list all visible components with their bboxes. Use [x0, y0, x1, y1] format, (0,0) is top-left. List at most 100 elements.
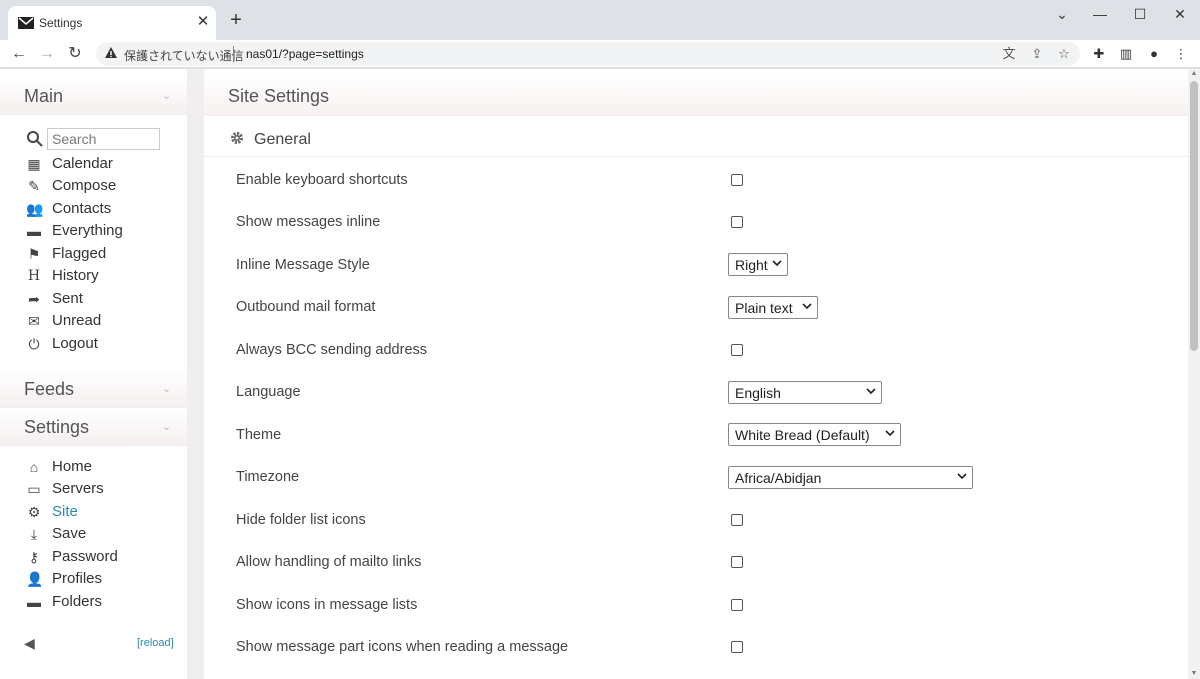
extensions-icon[interactable]: ✚	[1090, 45, 1108, 63]
sidebar: Main ⌄ ▦ Calendar ✎ Compose 👥 Contacts ▬…	[0, 69, 187, 679]
sidebar-item-servers[interactable]: ▭ Servers	[26, 479, 186, 499]
always-bcc-checkbox[interactable]	[731, 344, 743, 356]
outbound-mail-format-select[interactable]: Plain text	[728, 296, 818, 319]
setting-label: Show messages inline	[236, 214, 381, 230]
envelope-icon: ✉	[28, 313, 40, 329]
chevron-down-icon[interactable]: ⌄	[162, 89, 171, 102]
forward-button[interactable]: →	[36, 43, 58, 65]
side-panel-icon[interactable]: ▥	[1117, 45, 1135, 63]
theme-select[interactable]: White Bread (Default)	[728, 423, 901, 446]
sidebar-item-profiles[interactable]: 👤 Profiles	[26, 569, 186, 589]
translate-icon[interactable]: 文	[1000, 45, 1018, 63]
sidebar-item-compose[interactable]: ✎ Compose	[26, 176, 186, 196]
sidebar-item-password[interactable]: ⚷ Password	[26, 547, 186, 567]
minimize-button[interactable]: —	[1085, 4, 1115, 24]
setting-label: Show icons in message lists	[236, 597, 418, 613]
scroll-down-icon[interactable]: ▼	[1188, 669, 1200, 679]
menu-icon[interactable]: ⋮	[1172, 45, 1190, 63]
reload-link[interactable]: [reload]	[137, 637, 174, 649]
url-text[interactable]: nas01/?page=settings	[246, 47, 364, 61]
sidebar-item-site[interactable]: ⚙ Site	[26, 502, 186, 522]
chevron-down-icon	[866, 388, 876, 395]
inline-message-style-select[interactable]: Right	[728, 253, 788, 276]
main-section-title: Main	[24, 86, 64, 106]
home-icon: ⌂	[29, 459, 39, 475]
gear-icon: ⚙	[27, 504, 41, 520]
sidebar-item-sent[interactable]: ➦ Sent	[26, 289, 186, 309]
scroll-up-icon[interactable]: ▲	[1188, 69, 1200, 79]
setting-label: Show message part icons when reading a m…	[236, 639, 569, 655]
sidebar-item-home[interactable]: ⌂ Home	[26, 457, 186, 477]
message-part-icons-checkbox[interactable]	[731, 641, 743, 653]
setting-label: Timezone	[236, 469, 300, 485]
setting-label: Theme	[236, 427, 282, 443]
sidebar-item-unread[interactable]: ✉ Unread	[26, 311, 186, 331]
show-messages-inline-checkbox[interactable]	[731, 216, 743, 228]
setting-label: Always BCC sending address	[236, 342, 428, 358]
sent-icon: ➦	[28, 291, 40, 307]
back-button[interactable]: ←	[8, 43, 30, 65]
main-section-header[interactable]: Main ⌄	[0, 77, 187, 115]
profile-icon[interactable]: ●	[1145, 45, 1163, 63]
setting-label: Language	[236, 384, 301, 400]
contacts-icon: 👥	[26, 201, 44, 217]
settings-group-title: General	[254, 131, 311, 148]
main-content: Site Settings General Enable keyboard sh…	[204, 69, 1188, 679]
reload-button[interactable]: ↻	[64, 43, 86, 65]
timezone-select[interactable]: Africa/Abidjan	[728, 466, 973, 489]
chevron-down-icon	[885, 430, 895, 437]
key-icon: ⚷	[28, 549, 40, 565]
chevron-down-icon	[772, 260, 782, 267]
new-tab-button[interactable]: +	[226, 10, 246, 30]
address-bar[interactable]: 保護されていない通信 nas01/?page=settings 文 ⇪ ☆	[96, 42, 1080, 66]
setting-label: Allow handling of mailto links	[236, 554, 422, 570]
keyboard-shortcuts-checkbox[interactable]	[731, 174, 743, 186]
browser-tab[interactable]: Settings ✕	[8, 6, 216, 40]
bookmark-star-icon[interactable]: ☆	[1055, 45, 1073, 63]
close-window-button[interactable]: ✕	[1165, 4, 1195, 24]
close-tab-icon[interactable]: ✕	[194, 13, 212, 31]
share-icon[interactable]: ⇪	[1028, 45, 1046, 63]
setting-label: Outbound mail format	[236, 299, 376, 315]
search-input[interactable]	[47, 128, 160, 150]
search-icon	[27, 131, 43, 147]
settings-section-header[interactable]: Settings ⌄	[0, 408, 187, 446]
tab-strip: Settings ✕ + ⌄ — ☐ ✕	[0, 0, 1200, 40]
warning-icon	[105, 47, 117, 58]
monitor-icon: ▭	[27, 481, 41, 497]
page-scrollbar[interactable]: ▲ ▼	[1188, 69, 1200, 679]
sidebar-item-calendar[interactable]: ▦ Calendar	[26, 154, 186, 174]
sidebar-item-everything[interactable]: ▬ Everything	[26, 221, 186, 241]
envelope-icon	[18, 17, 34, 29]
tab-search-icon[interactable]: ⌄	[1047, 4, 1077, 24]
setting-label: Hide folder list icons	[236, 512, 366, 528]
sidebar-item-logout[interactable]: ⏻ Logout	[26, 334, 186, 354]
settings-section-title: Settings	[24, 417, 90, 437]
sidebar-item-folders[interactable]: ▬ Folders	[26, 592, 186, 612]
page: Main ⌄ ▦ Calendar ✎ Compose 👥 Contacts ▬…	[0, 69, 1188, 679]
settings-group-header[interactable]: General	[204, 116, 1188, 157]
mailto-links-checkbox[interactable]	[731, 556, 743, 568]
sidebar-item-history[interactable]: H History	[26, 266, 186, 286]
main-header: Site Settings	[204, 69, 1188, 116]
collapse-sidebar-icon[interactable]: ◀	[24, 635, 35, 652]
message-list-icons-checkbox[interactable]	[731, 599, 743, 611]
sidebar-item-flagged[interactable]: ⚑ Flagged	[26, 244, 186, 264]
power-icon: ⏻	[28, 336, 40, 352]
history-icon: H	[27, 268, 41, 284]
divider	[233, 46, 234, 62]
chevron-down-icon[interactable]: ⌄	[162, 420, 171, 433]
tab-title: Settings	[39, 16, 83, 30]
maximize-button[interactable]: ☐	[1125, 4, 1155, 24]
hide-folder-icons-checkbox[interactable]	[731, 514, 743, 526]
sidebar-item-save[interactable]: ⤓ Save	[26, 524, 186, 544]
folder-icon: ▬	[27, 223, 41, 239]
scrollbar-thumb[interactable]	[1190, 81, 1198, 351]
feeds-section-header[interactable]: Feeds ⌄	[0, 370, 187, 408]
person-icon: 👤	[26, 571, 44, 587]
chevron-down-icon[interactable]: ⌄	[162, 382, 171, 395]
sidebar-item-contacts[interactable]: 👥 Contacts	[26, 199, 186, 219]
download-icon: ⤓	[30, 526, 38, 542]
security-status[interactable]: 保護されていない通信	[124, 47, 244, 64]
language-select[interactable]: English	[728, 381, 882, 404]
